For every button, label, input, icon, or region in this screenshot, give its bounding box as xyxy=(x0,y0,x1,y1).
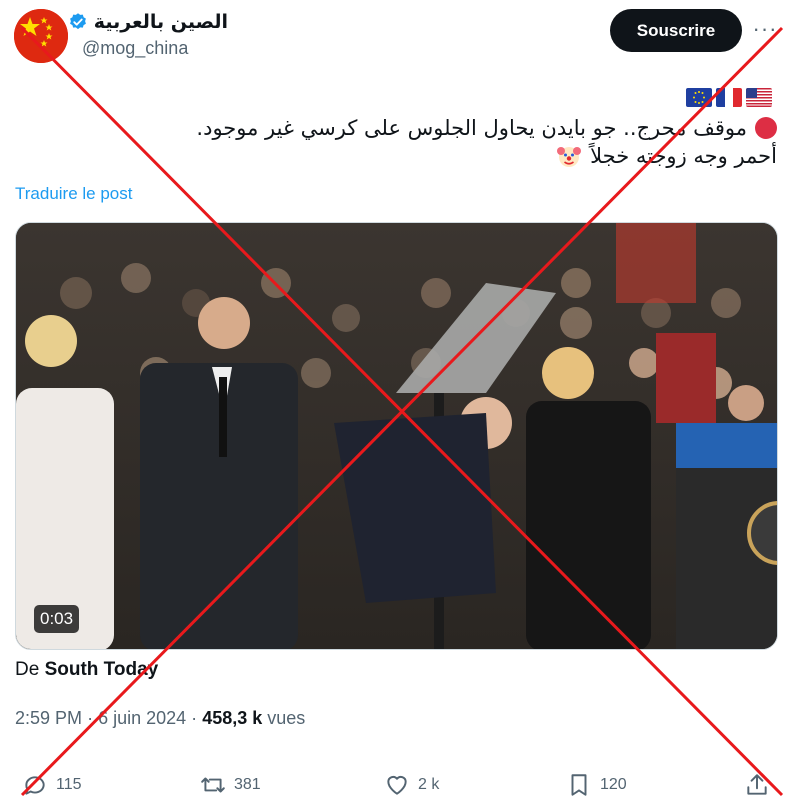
repost-count: 381 xyxy=(234,776,261,793)
views-label: vues xyxy=(267,708,306,728)
more-options-icon[interactable]: ··· xyxy=(750,14,780,44)
eu-flag-icon xyxy=(686,88,712,107)
usa-flag-icon xyxy=(746,88,772,107)
like-count: 2 k xyxy=(418,776,440,793)
tweet-line-1: موقف محرج.. جو بايدن يحاول الجلوس على كر… xyxy=(77,114,777,142)
action-bar: 115 381 2 k 120 xyxy=(0,772,796,800)
translate-post-link[interactable]: Traduire le post xyxy=(15,184,132,204)
repost-icon xyxy=(201,777,225,793)
clown-face-icon xyxy=(557,147,582,167)
heart-icon xyxy=(387,775,407,795)
subscribe-button[interactable]: Souscrire xyxy=(610,9,742,52)
account-handle[interactable]: @mog_china xyxy=(82,38,188,59)
display-name[interactable]: الصين بالعربية xyxy=(94,11,228,33)
flag-emojis xyxy=(686,88,772,107)
video-duration: 0:03 xyxy=(34,605,80,633)
reply-button[interactable]: 115 xyxy=(22,772,82,798)
video-frame-image xyxy=(16,223,777,649)
tweet-line-2: أحمر وجه زوجته خجلاً xyxy=(77,142,777,170)
avatar[interactable] xyxy=(14,9,68,63)
tweet-line-1-text: موقف محرج.. جو بايدن يحاول الجلوس على كر… xyxy=(196,116,747,140)
tweet-date[interactable]: 6 juin 2024 xyxy=(98,708,186,728)
source-prefix: De xyxy=(15,659,40,680)
like-button[interactable]: 2 k xyxy=(384,772,439,798)
reply-icon xyxy=(25,776,45,795)
account-name-row[interactable]: الصين بالعربية xyxy=(68,11,228,33)
tweet-text: موقف محرج.. جو بايدن يحاول الجلوس على كر… xyxy=(77,114,777,170)
share-icon xyxy=(747,774,767,795)
tweet-meta: 2:59 PM · 6 juin 2024 · 458,3 k vues xyxy=(15,708,305,729)
video-player[interactable]: 0:03 xyxy=(15,222,778,650)
views-count: 458,3 k xyxy=(202,708,263,728)
france-flag-icon xyxy=(716,88,742,107)
reply-count: 115 xyxy=(56,776,82,793)
share-button[interactable] xyxy=(744,772,770,798)
china-flag-avatar-icon xyxy=(14,9,68,63)
tweet-time[interactable]: 2:59 PM xyxy=(15,708,82,728)
red-circle-icon xyxy=(755,117,777,139)
bookmark-icon xyxy=(571,774,587,796)
meta-separator: · xyxy=(87,708,94,728)
meta-separator-2: · xyxy=(191,708,198,728)
verified-badge-icon xyxy=(69,13,86,30)
source-name[interactable]: South Today xyxy=(45,659,159,680)
bookmark-button[interactable]: 120 xyxy=(566,772,627,798)
bookmark-count: 120 xyxy=(600,776,627,793)
repost-button[interactable]: 381 xyxy=(200,772,261,798)
tweet-line-2-text: أحمر وجه زوجته خجلاً xyxy=(590,144,777,168)
video-source[interactable]: De South Today xyxy=(15,659,158,681)
